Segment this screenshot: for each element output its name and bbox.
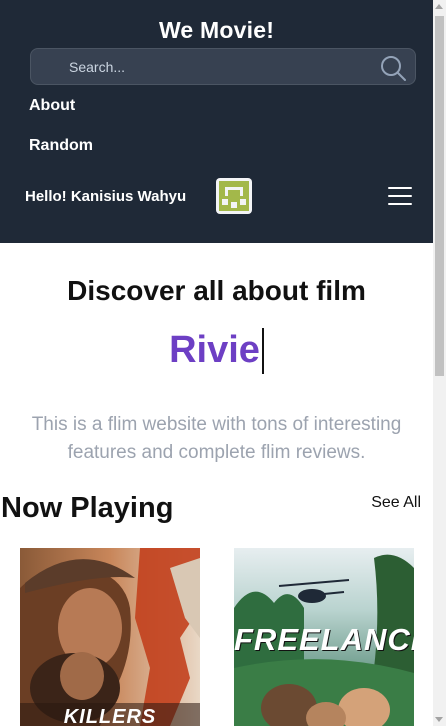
now-playing-title: Now Playing [1,492,174,524]
avatar[interactable] [216,178,252,214]
search-input[interactable] [69,49,369,84]
scroll-down-arrow-icon[interactable] [435,717,443,722]
nav-link-about[interactable]: About [29,97,75,115]
poster-title-text: KILLERS [63,706,157,726]
page-scrollbar[interactable] [433,0,446,726]
poster-killers-artwork [20,548,200,726]
typed-heading: Rivie [0,328,433,374]
user-avatar-icon [219,181,249,211]
movie-poster-killers[interactable]: KILLERS [20,548,200,726]
see-all-link[interactable]: See All [371,494,421,512]
movie-poster-freelance[interactable]: FREELANCE [234,548,414,726]
top-navbar: We Movie! About Random Hello! Kanisius W… [0,0,433,243]
scroll-up-arrow-icon[interactable] [435,4,443,9]
typing-caret [261,328,264,374]
hero-description: This is a flim website with tons of inte… [31,414,402,463]
menu-icon[interactable] [388,186,412,206]
brand-title[interactable]: We Movie! [0,17,433,44]
search-bar[interactable] [30,48,416,85]
typed-text: Rivie [169,329,260,371]
nav-link-random[interactable]: Random [29,137,93,155]
scroll-thumb[interactable] [435,16,444,376]
search-icon[interactable] [379,54,407,82]
user-greeting: Hello! Kanisius Wahyu [25,188,187,205]
poster-title-text: FREELANCE [234,622,414,657]
hero-title: Discover all about film [67,275,366,306]
